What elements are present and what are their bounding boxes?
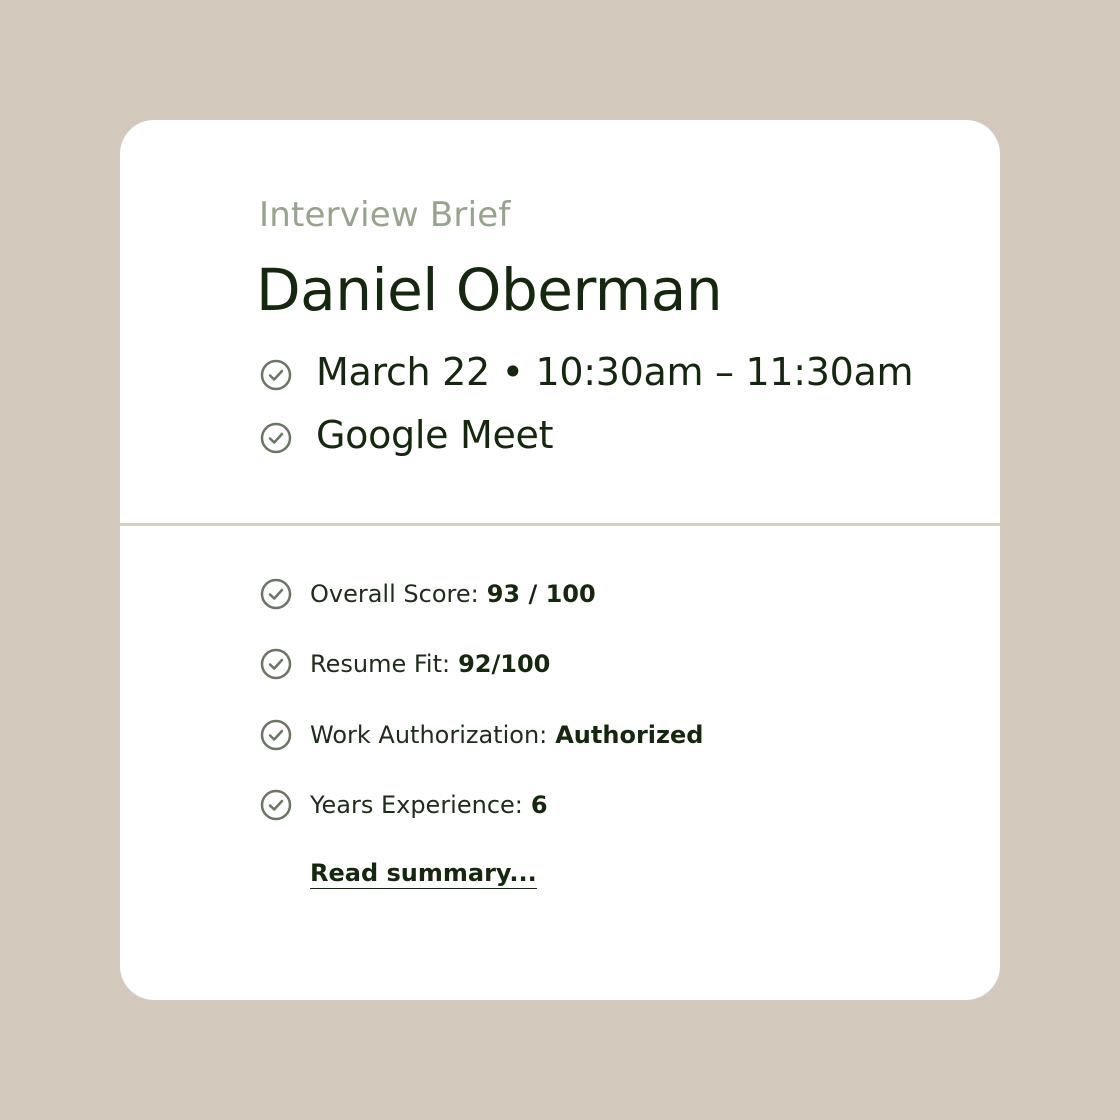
meta-location-text: Google Meet	[316, 413, 554, 457]
stat-label: Work Authorization:	[310, 721, 548, 749]
read-summary-link[interactable]: Read summary...	[310, 859, 537, 889]
card-eyebrow: Interview Brief	[259, 195, 511, 235]
check-circle-icon	[259, 358, 293, 392]
meta-datetime-text: March 22 • 10:30am – 11:30am	[316, 350, 914, 394]
stat-value: 6	[530, 791, 548, 819]
check-circle-icon	[259, 718, 293, 752]
stat-label: Years Experience:	[310, 791, 523, 819]
stat-label: Overall Score:	[310, 580, 479, 608]
card-header-section: Interview Brief Daniel Oberman March 22 …	[120, 120, 1000, 523]
stat-item-overall-score: Overall Score: 93 / 100	[259, 577, 596, 611]
meta-item-location: Google Meet	[259, 413, 554, 457]
section-divider	[120, 523, 1000, 526]
interview-brief-card: Interview Brief Daniel Oberman March 22 …	[120, 120, 1000, 1000]
stat-item-work-authorization: Work Authorization: Authorized	[259, 718, 703, 752]
check-circle-icon	[259, 788, 293, 822]
check-circle-icon	[259, 577, 293, 611]
stat-item-resume-fit: Resume Fit: 92/100	[259, 647, 550, 681]
stat-value: Authorized	[555, 721, 704, 749]
check-circle-icon	[259, 421, 293, 455]
stat-value: 93 / 100	[486, 580, 596, 608]
check-circle-icon	[259, 647, 293, 681]
meta-item-datetime: March 22 • 10:30am – 11:30am	[259, 350, 914, 394]
candidate-name: Daniel Oberman	[256, 256, 723, 324]
stat-label: Resume Fit:	[310, 650, 451, 678]
stat-value: 92/100	[458, 650, 551, 678]
stat-item-years-experience: Years Experience: 6	[259, 788, 548, 822]
